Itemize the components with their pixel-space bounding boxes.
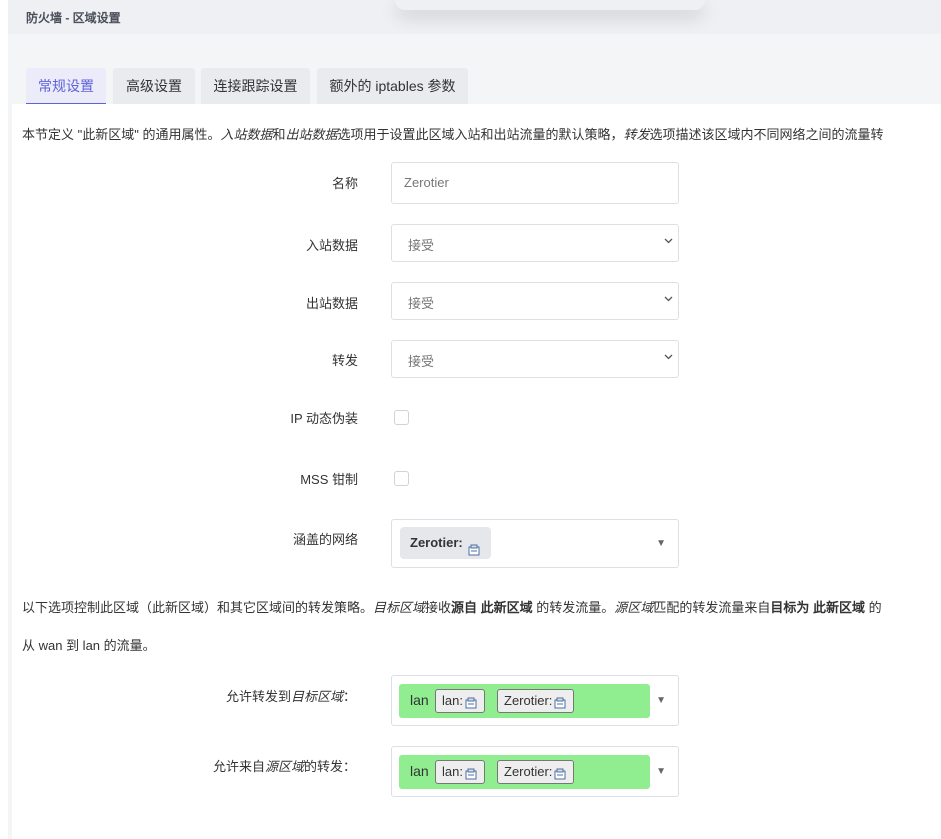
triangle-down-icon[interactable]: ▼ <box>656 695 666 706</box>
forwarding-example: 从 wan 到 lan 的流量。 <box>22 638 156 653</box>
intro-description: 本节定义 "此新区域" 的通用属性。入站数据和出站数据选项用于设置此区域入站和出… <box>22 127 884 142</box>
output-policy-value: 接受 <box>408 296 435 311</box>
network-port-icon <box>468 537 481 556</box>
tab-general[interactable]: 常规设置 <box>26 68 106 105</box>
network-port-icon <box>554 766 567 780</box>
name-value: Zerotier <box>404 175 449 190</box>
mss-clamping-checkbox[interactable] <box>394 471 409 486</box>
chevron-down-icon <box>664 296 673 304</box>
zone-badge-lan[interactable]: lan lan: Zerotier: <box>399 684 650 718</box>
name-label: 名称 <box>331 176 358 191</box>
floating-popup-edge <box>395 0 705 10</box>
forward-policy-select[interactable]: 接受 <box>391 340 679 378</box>
settings-panel <box>12 104 941 839</box>
page-title: 防火墙 - 区域设置 <box>26 11 121 25</box>
network-tag-zerotier: Zerotier: <box>497 689 575 713</box>
forwarding-description: 以下选项控制此区域（此新区域）和其它区域间的转发策略。目标区域接收源自 此新区域… <box>22 600 882 615</box>
network-tag-lan: lan: <box>435 689 485 713</box>
covered-networks-select[interactable]: Zerotier: ▼ <box>391 519 679 568</box>
zone-name: lan <box>410 763 429 779</box>
network-chip-zerotier[interactable]: Zerotier: <box>400 527 492 559</box>
dest-zones-select[interactable]: lan lan: Zerotier: ▼ <box>391 675 679 726</box>
covered-networks-label: 涵盖的网络 <box>292 532 358 547</box>
input-policy-value: 接受 <box>408 238 435 253</box>
chevron-down-icon <box>664 354 673 362</box>
tab-advanced[interactable]: 高级设置 <box>113 68 195 105</box>
network-port-icon <box>465 766 478 780</box>
tab-conntrack[interactable]: 连接跟踪设置 <box>201 68 310 105</box>
tab-extra-iptables[interactable]: 额外的 iptables 参数 <box>317 68 468 105</box>
output-policy-select[interactable]: 接受 <box>391 282 679 320</box>
forward-policy-value: 接受 <box>408 354 435 369</box>
zone-badge-lan[interactable]: lan lan: Zerotier: <box>399 755 650 789</box>
masquerading-label: IP 动态伪装 <box>290 411 358 426</box>
masquerading-checkbox[interactable] <box>394 410 409 425</box>
input-policy-select[interactable]: 接受 <box>391 224 679 262</box>
chevron-down-icon <box>664 238 673 246</box>
network-port-icon <box>465 695 478 709</box>
src-zones-select[interactable]: lan lan: Zerotier: ▼ <box>391 746 679 797</box>
output-label: 出站数据 <box>305 296 358 311</box>
network-chip-label: Zerotier: <box>410 535 463 550</box>
triangle-down-icon[interactable]: ▼ <box>656 766 666 777</box>
zone-name: lan <box>410 692 429 708</box>
network-tag-lan: lan: <box>435 760 485 784</box>
src-zones-label: 允许来自源区域的转发： <box>212 759 356 774</box>
dest-zones-label: 允许转发到目标区域： <box>225 689 356 704</box>
forward-label: 转发 <box>331 353 358 368</box>
name-input[interactable]: Zerotier <box>391 162 679 204</box>
mss-clamping-label: MSS 钳制 <box>300 472 358 487</box>
input-label: 入站数据 <box>305 238 358 253</box>
network-port-icon <box>554 695 567 709</box>
triangle-down-icon[interactable]: ▼ <box>656 538 666 549</box>
network-tag-zerotier: Zerotier: <box>497 760 575 784</box>
